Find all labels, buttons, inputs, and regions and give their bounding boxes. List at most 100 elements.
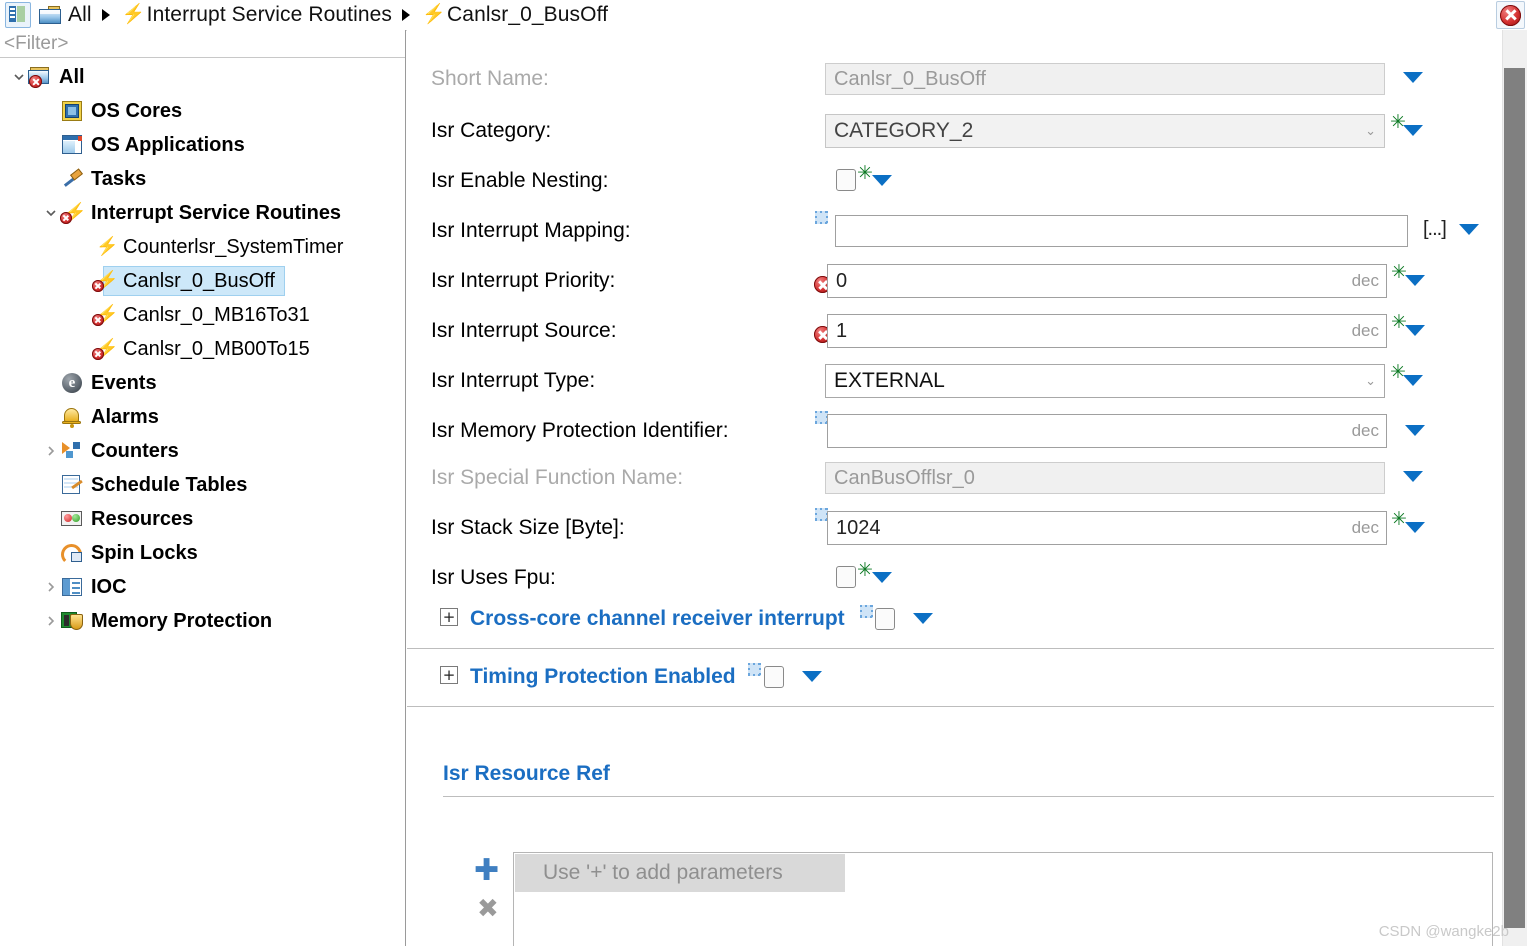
chip-icon (60, 99, 84, 123)
field-input-isr-interrupt-mapping[interactable] (835, 215, 1408, 247)
section-checkbox[interactable] (764, 666, 784, 688)
remove-x-icon[interactable]: ✖ (477, 896, 499, 922)
tree-twisty-icon[interactable] (74, 332, 92, 366)
field-checkbox-isr-uses-fpu[interactable] (836, 566, 856, 588)
parameter-marker-icon (815, 211, 828, 224)
browse-button[interactable]: [...] (1423, 218, 1447, 241)
tree-twisty-icon[interactable] (42, 128, 60, 162)
field-input-isr-interrupt-source[interactable] (827, 314, 1387, 348)
dropdown-arrow-icon[interactable] (1403, 471, 1423, 482)
field-row-short-name: Short Name: (407, 54, 1502, 104)
error-close-icon[interactable] (1496, 1, 1525, 29)
tree-item-canlsr-0-busoff[interactable]: ⚡ Canlsr_0_BusOff (0, 264, 405, 298)
outline-view-icon[interactable] (5, 2, 31, 28)
tree-twisty-icon[interactable] (42, 434, 60, 468)
field-row-isr-memory-protection-identifier: Isr Memory Protection Identifier: dec (407, 406, 1502, 456)
dropdown-arrow-icon[interactable] (1459, 224, 1479, 235)
tree-item-canlsr-0-mb16to31[interactable]: ⚡ Canlsr_0_MB16To31 (0, 298, 405, 332)
mandatory-star-icon: ✳ (857, 559, 873, 581)
parameter-table[interactable]: Use '+' to add parameters (513, 852, 1493, 946)
tree-item-resources[interactable]: Resources (0, 502, 405, 536)
watermark: CSDN @wangke2b (1378, 923, 1509, 940)
tree-twisty-icon[interactable] (74, 298, 92, 332)
tree-item-schedule-tables[interactable]: Schedule Tables (0, 468, 405, 502)
expander-plus-icon[interactable]: + (440, 666, 458, 684)
dropdown-arrow-icon[interactable] (802, 671, 822, 682)
breadcrumb-label: Canlsr_0_BusOff (447, 3, 609, 26)
tree-twisty-icon[interactable] (74, 230, 92, 264)
tree-item-all[interactable]: All (0, 60, 405, 94)
tree-item-label: Canlsr_0_MB00To15 (123, 337, 310, 360)
os-application-icon (60, 133, 84, 157)
dropdown-arrow-icon[interactable] (872, 175, 892, 186)
field-checkbox-isr-enable-nesting[interactable] (836, 169, 856, 191)
breadcrumb-item-all[interactable]: All (39, 3, 92, 27)
section-cross-core-channel-receiver-interrupt[interactable]: + Cross-core channel receiver interrupt (407, 590, 1502, 649)
breadcrumb-item-current[interactable]: ⚡ Canlsr_0_BusOff (420, 3, 608, 27)
dropdown-arrow-icon[interactable] (872, 572, 892, 583)
tree-item-counterlsr-systemtimer[interactable]: ⚡ Counterlsr_SystemTimer (0, 230, 405, 264)
tree-twisty-icon[interactable] (42, 196, 60, 230)
isr-error-icon: ⚡ (92, 269, 118, 293)
breadcrumb-separator-icon (401, 8, 411, 22)
tree-twisty-icon[interactable] (42, 604, 60, 638)
filter-input[interactable]: <Filter> (0, 30, 405, 58)
tree-item-counters[interactable]: Counters (0, 434, 405, 468)
dropdown-arrow-icon[interactable] (1405, 275, 1425, 286)
field-input-isr-memory-protection-identifier[interactable] (827, 414, 1387, 448)
tree-twisty-icon[interactable] (42, 162, 60, 196)
scrollbar-thumb[interactable] (1504, 68, 1525, 928)
dropdown-arrow-icon[interactable] (1405, 325, 1425, 336)
tree-item-label: Interrupt Service Routines (91, 201, 342, 224)
dropdown-arrow-icon[interactable] (1403, 125, 1423, 136)
field-row-isr-enable-nesting: Isr Enable Nesting: ✳ (407, 156, 1502, 206)
isr-error-icon: ⚡ (92, 303, 118, 327)
tree-item-memory-protection[interactable]: Memory Protection (0, 604, 405, 638)
field-combo-isr-interrupt-type[interactable]: EXTERNAL ⌄ (825, 364, 1385, 398)
dropdown-arrow-icon[interactable] (1405, 522, 1425, 533)
field-combo-isr-category[interactable]: CATEGORY_2 ⌄ (825, 114, 1385, 148)
field-row-isr-interrupt-type: Isr Interrupt Type: EXTERNAL ⌄ ✳ (407, 356, 1502, 406)
tree-item-os-applications[interactable]: OS Applications (0, 128, 405, 162)
tree-item-label: OS Applications (91, 133, 245, 156)
tree-twisty-icon[interactable] (42, 570, 60, 604)
tree-twisty-icon[interactable] (42, 502, 60, 536)
field-input-short-name[interactable] (825, 63, 1385, 95)
dropdown-arrow-icon[interactable] (1403, 375, 1423, 386)
section-timing-protection-enabled[interactable]: + Timing Protection Enabled (407, 648, 1502, 707)
tree-item-label: Canlsr_0_BusOff (123, 269, 275, 292)
tree-item-tasks[interactable]: Tasks (0, 162, 405, 196)
tree-twisty-icon[interactable] (10, 60, 28, 94)
tree-twisty-icon[interactable] (42, 366, 60, 400)
tree-item-events[interactable]: e Events (0, 366, 405, 400)
expander-plus-icon[interactable]: + (440, 608, 458, 626)
dropdown-arrow-icon[interactable] (1405, 425, 1425, 436)
tree-item-ioc[interactable]: IOC (0, 570, 405, 604)
dropdown-arrow-icon[interactable] (1403, 72, 1423, 83)
tree-item-interrupt-service-routines[interactable]: ⚡ Interrupt Service Routines (0, 196, 405, 230)
tree-twisty-icon[interactable] (42, 468, 60, 502)
chevron-down-icon: ⌄ (1365, 123, 1376, 138)
field-input-isr-stack-size-byte[interactable] (827, 511, 1387, 545)
section-title: Cross-core channel receiver interrupt (470, 607, 845, 630)
application-window: All ⚡ Interrupt Service Routines ⚡ Canls… (0, 0, 1527, 946)
tree-item-label: All (59, 65, 85, 88)
isr-error-icon: ⚡ (92, 337, 118, 361)
tree-twisty-icon[interactable] (42, 94, 60, 128)
dropdown-arrow-icon[interactable] (913, 613, 933, 624)
tree-item-alarms[interactable]: Alarms (0, 400, 405, 434)
plus-icon[interactable]: ✚ (474, 856, 499, 886)
vertical-scrollbar[interactable] (1502, 30, 1527, 946)
field-input-isr-special-function-name[interactable] (825, 462, 1385, 494)
tree-item-canlsr-0-mb00to15[interactable]: ⚡ Canlsr_0_MB00To15 (0, 332, 405, 366)
tree-item-label: OS Cores (91, 99, 183, 122)
field-input-isr-interrupt-priority[interactable] (827, 264, 1387, 298)
tree-item-spin-locks[interactable]: Spin Locks (0, 536, 405, 570)
isr-error-icon: ⚡ (60, 201, 86, 225)
section-checkbox[interactable] (875, 608, 895, 630)
tree-twisty-icon[interactable] (42, 400, 60, 434)
tree-twisty-icon[interactable] (42, 536, 60, 570)
tree-twisty-icon[interactable] (74, 264, 92, 298)
breadcrumb-item-isr-folder[interactable]: ⚡ Interrupt Service Routines (120, 3, 392, 27)
tree-item-os-cores[interactable]: OS Cores (0, 94, 405, 128)
